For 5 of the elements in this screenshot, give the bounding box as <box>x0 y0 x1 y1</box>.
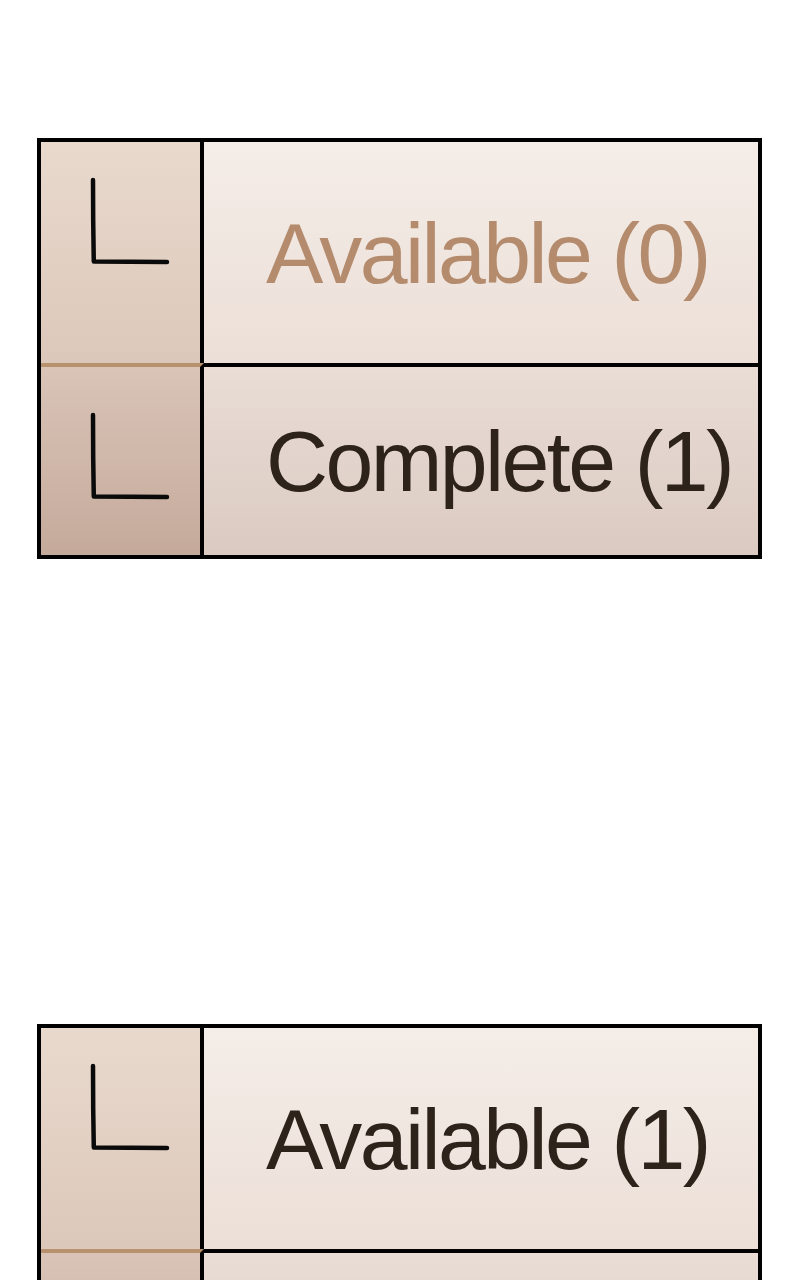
corner-line-icon <box>90 177 170 265</box>
option-button[interactable]: Complete (1) <box>204 363 758 555</box>
corner-line-icon <box>90 1063 170 1151</box>
option-button[interactable]: Available (1) <box>204 1028 758 1249</box>
corner-line-icon <box>90 412 170 500</box>
